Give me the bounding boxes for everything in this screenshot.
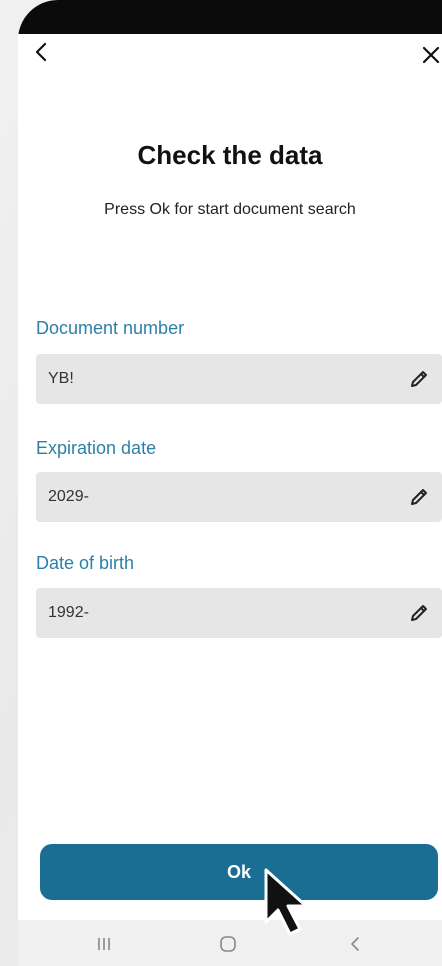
- recent-apps-button[interactable]: [92, 932, 116, 956]
- status-bar: [18, 0, 442, 34]
- system-nav-bar: [18, 920, 442, 966]
- document-number-field[interactable]: YB!: [36, 354, 442, 404]
- pencil-icon: [411, 371, 427, 387]
- page-subtitle: Press Ok for start document search: [104, 201, 356, 218]
- chevron-left-icon: [35, 42, 47, 62]
- date-of-birth-field[interactable]: 1992-: [36, 588, 442, 638]
- home-button[interactable]: [216, 932, 240, 956]
- document-number-label: Document number: [36, 318, 185, 338]
- close-button[interactable]: [420, 44, 442, 66]
- page-title: Check the data: [137, 140, 323, 170]
- recent-apps-icon: [98, 938, 110, 950]
- back-button[interactable]: [30, 40, 54, 64]
- phone-screen: Check the data Press Ok for start docume…: [18, 0, 442, 966]
- expiration-date-field[interactable]: 2029-: [36, 472, 442, 522]
- date-of-birth-value: 1992-: [48, 604, 89, 621]
- pencil-icon: [411, 605, 427, 621]
- date-of-birth-label: Date of birth: [36, 553, 135, 573]
- nav-back-button[interactable]: [344, 932, 368, 956]
- pencil-icon: [411, 489, 427, 505]
- ok-button[interactable]: Ok: [40, 844, 438, 900]
- expiration-date-value: 2029-: [48, 488, 89, 505]
- edit-expiration-date-button[interactable]: [406, 484, 432, 510]
- nav-back-icon: [351, 937, 359, 951]
- document-number-value: YB!: [48, 370, 74, 387]
- screen: Check the data Press Ok for start docume…: [0, 0, 442, 966]
- close-icon: [422, 46, 440, 64]
- home-icon: [220, 936, 236, 952]
- expiration-date-label: Expiration date: [36, 438, 157, 458]
- mouse-cursor-icon: [264, 868, 308, 936]
- edit-date-of-birth-button[interactable]: [406, 600, 432, 626]
- edit-document-number-button[interactable]: [406, 366, 432, 392]
